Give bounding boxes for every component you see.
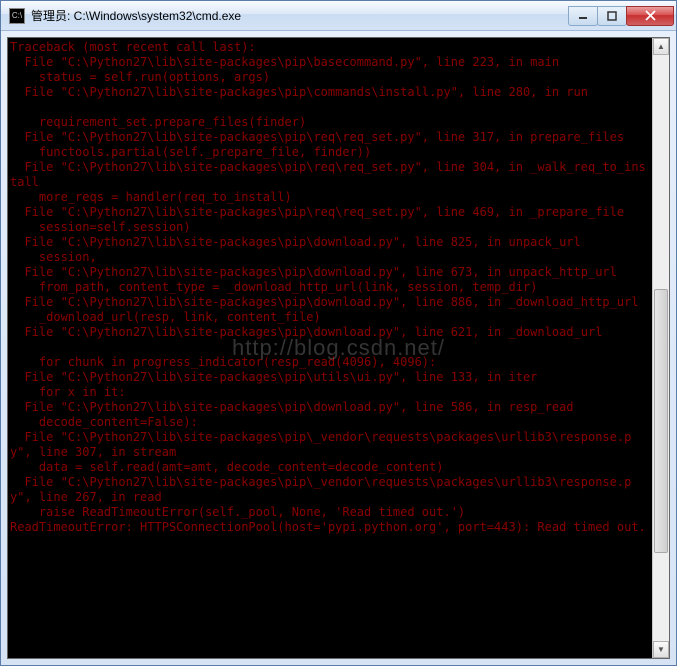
cmd-icon: C:\ bbox=[9, 8, 25, 24]
terminal[interactable]: Traceback (most recent call last): File … bbox=[7, 37, 670, 659]
close-button[interactable] bbox=[626, 6, 674, 26]
window-controls bbox=[569, 6, 674, 26]
minimize-button[interactable] bbox=[568, 6, 598, 26]
client-area: Traceback (most recent call last): File … bbox=[1, 31, 676, 665]
titlebar[interactable]: C:\ 管理员: C:\Windows\system32\cmd.exe bbox=[1, 1, 676, 31]
scroll-down-button[interactable]: ▼ bbox=[653, 641, 669, 658]
chevron-down-icon: ▼ bbox=[657, 645, 665, 654]
close-icon bbox=[645, 10, 656, 21]
maximize-button[interactable] bbox=[597, 6, 627, 26]
window-frame: C:\ 管理员: C:\Windows\system32\cmd.exe Tra… bbox=[0, 0, 677, 666]
minimize-icon bbox=[578, 11, 588, 21]
scrollbar-thumb[interactable] bbox=[654, 289, 668, 553]
window-title: 管理员: C:\Windows\system32\cmd.exe bbox=[31, 7, 569, 24]
chevron-up-icon: ▲ bbox=[657, 42, 665, 51]
vertical-scrollbar[interactable]: ▲ ▼ bbox=[652, 38, 669, 658]
scroll-up-button[interactable]: ▲ bbox=[653, 38, 669, 55]
scrollbar-track[interactable] bbox=[653, 55, 669, 641]
maximize-icon bbox=[607, 11, 617, 21]
terminal-output: Traceback (most recent call last): File … bbox=[8, 38, 651, 537]
